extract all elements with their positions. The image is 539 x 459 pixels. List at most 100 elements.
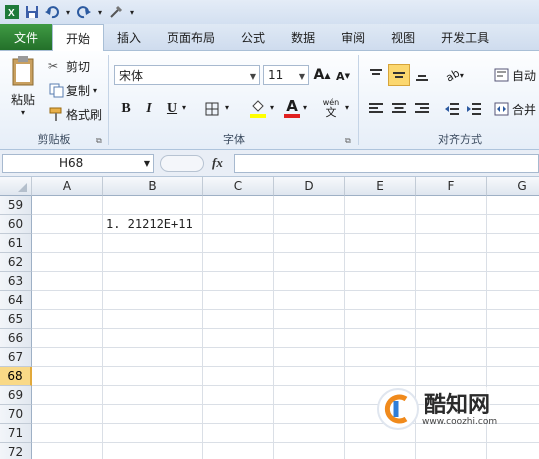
align-right-button[interactable] — [412, 99, 432, 119]
clipboard-group-label: 剪贴板 — [37, 133, 71, 146]
row-header[interactable]: 59 — [0, 196, 32, 215]
format-painter-icon — [49, 107, 62, 121]
align-left-button[interactable] — [366, 99, 386, 119]
gridline — [32, 309, 539, 310]
orientation-button[interactable]: ab ▾ — [442, 65, 468, 85]
formula-bar-splitter[interactable] — [160, 155, 204, 172]
font-launcher-icon[interactable]: ⧉ — [345, 136, 351, 146]
coozhi-logo-icon — [377, 388, 419, 430]
fill-color-dropdown-icon[interactable]: ▾ — [270, 103, 274, 112]
font-name-combo[interactable]: 宋体 ▼ — [114, 65, 260, 85]
clipboard-launcher-icon[interactable]: ⧉ — [96, 136, 102, 146]
copy-icon — [49, 83, 64, 98]
align-top-button[interactable] — [366, 65, 386, 85]
cell-b60[interactable]: 1. 21212E+11 — [106, 215, 202, 234]
row-header[interactable]: 62 — [0, 253, 32, 272]
underline-button[interactable]: U — [163, 99, 181, 119]
border-dropdown-icon[interactable]: ▾ — [225, 103, 229, 112]
column-header-c[interactable]: C — [203, 177, 274, 196]
gridline — [102, 196, 103, 459]
wrap-text-button[interactable]: 自动 — [494, 66, 536, 84]
row-header[interactable]: 65 — [0, 310, 32, 329]
tab-review[interactable]: 审阅 — [328, 25, 378, 50]
excel-icon[interactable]: X — [4, 4, 20, 20]
row-header-selected[interactable]: 68 — [0, 367, 32, 386]
gridline — [32, 271, 539, 272]
tools-icon[interactable] — [108, 4, 124, 20]
redo-icon[interactable] — [76, 4, 92, 20]
watermark-title: 酷知网 — [424, 387, 491, 419]
svg-text:X: X — [8, 8, 15, 19]
wrap-text-icon — [494, 68, 509, 82]
column-header-e[interactable]: E — [345, 177, 416, 196]
phonetic-dropdown-icon[interactable]: ▾ — [345, 103, 349, 112]
gridline — [32, 328, 539, 329]
increase-indent-button[interactable] — [464, 99, 484, 119]
cut-label: 剪切 — [66, 59, 91, 74]
fill-bucket-icon — [252, 100, 264, 112]
font-color-dropdown-icon[interactable]: ▾ — [303, 103, 307, 112]
formula-input[interactable] — [234, 154, 539, 173]
customize-dropdown-icon[interactable]: ▾ — [128, 4, 136, 20]
undo-icon[interactable] — [44, 4, 60, 20]
ribbon: 粘贴 ▾ ✂ 剪切 复制 ▾ 格式刷 剪贴板 ⧉ 宋体 ▼ 11 ▼ A ▲ A ▼… — [0, 51, 539, 150]
tab-formulas[interactable]: 公式 — [228, 25, 278, 50]
font-size-combo[interactable]: 11 ▼ — [263, 65, 309, 85]
row-header[interactable]: 71 — [0, 424, 32, 443]
undo-dropdown-icon[interactable]: ▾ — [64, 4, 72, 20]
paste-button[interactable]: 粘贴 ▾ — [4, 55, 42, 117]
row-header[interactable]: 69 — [0, 386, 32, 405]
row-header[interactable]: 60 — [0, 215, 32, 234]
shrink-font-button[interactable]: A ▼ — [335, 68, 351, 84]
font-color-button[interactable]: A — [283, 97, 301, 119]
tab-home[interactable]: 开始 — [52, 24, 105, 51]
align-middle-button[interactable] — [388, 64, 410, 86]
column-header-g[interactable]: G — [487, 177, 539, 196]
column-header-f[interactable]: F — [416, 177, 487, 196]
grow-font-button[interactable]: A ▲ — [313, 66, 331, 84]
save-icon[interactable] — [24, 4, 40, 20]
row-header[interactable]: 70 — [0, 405, 32, 424]
name-box[interactable]: H68 ▼ — [2, 154, 154, 173]
row-header[interactable]: 72 — [0, 443, 32, 459]
align-bottom-button[interactable] — [412, 65, 432, 85]
tab-page-layout[interactable]: 页面布局 — [154, 25, 228, 50]
row-header[interactable]: 64 — [0, 291, 32, 310]
group-separator — [358, 55, 359, 145]
underline-dropdown-icon[interactable]: ▾ — [182, 103, 186, 112]
merge-center-button[interactable]: 合并 — [494, 100, 536, 118]
font-group-label: 字体 — [223, 133, 245, 146]
fill-color-button[interactable] — [248, 99, 268, 119]
row-header[interactable]: 61 — [0, 234, 32, 253]
tab-file[interactable]: 文件 — [0, 24, 52, 50]
column-header-b[interactable]: B — [103, 177, 203, 196]
chevron-down-icon: ▼ — [143, 159, 150, 168]
align-center-button[interactable] — [389, 99, 409, 119]
tab-data[interactable]: 数据 — [278, 25, 328, 50]
redo-dropdown-icon[interactable]: ▾ — [96, 4, 104, 20]
select-all-corner[interactable] — [0, 177, 32, 196]
merge-icon — [494, 102, 509, 116]
row-header[interactable]: 67 — [0, 348, 32, 367]
phonetic-button[interactable]: wén 文 — [319, 97, 343, 119]
italic-button[interactable]: I — [140, 99, 158, 119]
row-header[interactable]: 63 — [0, 272, 32, 291]
format-painter-button[interactable]: 格式刷 — [48, 105, 102, 123]
border-button[interactable] — [203, 100, 221, 118]
cut-button[interactable]: ✂ 剪切 — [48, 57, 90, 75]
gridline — [344, 196, 345, 459]
tab-view[interactable]: 视图 — [378, 25, 428, 50]
insert-function-button[interactable]: fx — [212, 155, 232, 173]
decrease-indent-button[interactable] — [442, 99, 462, 119]
bold-button[interactable]: B — [117, 99, 135, 119]
column-header-d[interactable]: D — [274, 177, 345, 196]
group-separator — [108, 55, 109, 145]
tab-insert[interactable]: 插入 — [104, 25, 154, 50]
column-header-a[interactable]: A — [32, 177, 103, 196]
gridline — [32, 290, 539, 291]
tab-developer[interactable]: 开发工具 — [428, 25, 502, 50]
copy-button[interactable]: 复制 ▾ — [48, 81, 97, 99]
row-header[interactable]: 66 — [0, 329, 32, 348]
font-color-swatch — [284, 114, 300, 118]
font-name-value: 宋体 — [119, 68, 144, 83]
